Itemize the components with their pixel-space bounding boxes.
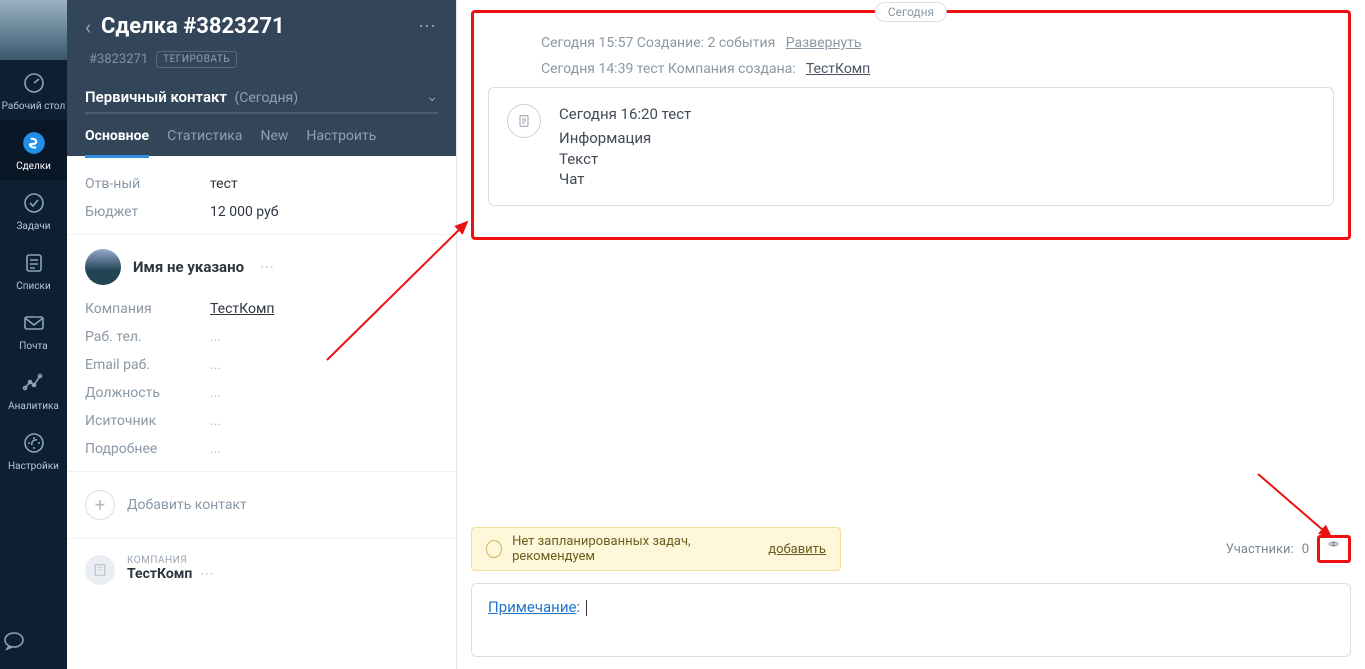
nav-label: Почта (19, 341, 47, 352)
deal-header: ‹ Сделка #3823271 ⋯ #3823271 ТЕГИРОВАТЬ … (67, 0, 456, 156)
note-editor[interactable]: Примечание: (471, 583, 1351, 657)
add-contact-button[interactable]: + Добавить контакт (67, 472, 456, 539)
deal-tabs: Основное Статистика New Настроить (85, 128, 438, 156)
tag-button[interactable]: ТЕГИРОВАТЬ (156, 51, 237, 68)
deal-panel: ‹ Сделка #3823271 ⋯ #3823271 ТЕГИРОВАТЬ … (67, 0, 457, 669)
nav-label: Списки (16, 281, 50, 292)
field-source: Иситочник ... (85, 407, 438, 435)
company-badge-label: КОМПАНИЯ (127, 555, 216, 566)
nav-label: Сделки (16, 161, 51, 172)
settings-icon (20, 429, 48, 457)
field-company: Компания ТестКомп (85, 295, 438, 323)
nav-analytics[interactable]: Аналитика (0, 360, 67, 420)
feed-note-card[interactable]: Сегодня 16:20 тест Информация Текст Чат (488, 87, 1334, 206)
nav-label: Рабочий стол (2, 101, 66, 112)
stage-sub: (Сегодня) (234, 90, 298, 106)
feed-event-create: Сегодня 15:57 Создание: 2 события Развер… (541, 35, 1336, 51)
field-position: Должность ... (85, 379, 438, 407)
lists-icon (20, 249, 48, 277)
nav-lists[interactable]: Списки (0, 240, 67, 300)
text-caret (586, 600, 587, 616)
back-chevron-icon[interactable]: ‹ (85, 15, 91, 39)
day-pill: Сегодня (875, 2, 947, 22)
workspace-hero-image (0, 0, 67, 60)
company-link[interactable]: ТестКомп (806, 61, 870, 77)
contact-name[interactable]: Имя не указано (133, 258, 244, 276)
tab-new[interactable]: New (260, 128, 288, 156)
chat-icon (0, 627, 28, 655)
nav-dashboard[interactable]: Рабочий стол (0, 60, 67, 120)
field-phone: Раб. тел. ... (85, 323, 438, 351)
stage-selector[interactable]: Первичный контакт (Сегодня) ⌄ (85, 88, 438, 114)
chevron-down-icon: ⌄ (426, 89, 438, 105)
nav-settings[interactable]: Настройки (0, 420, 67, 480)
feed-event-company: Сегодня 14:39 тест Компания создана: Тес… (541, 61, 1336, 77)
nav-rail: Рабочий стол Сделки Задачи Списки Почта … (0, 0, 67, 669)
contact-more-icon[interactable]: ⋯ (260, 259, 276, 275)
participants: Участники: 0 (1226, 535, 1351, 563)
deals-icon (20, 129, 48, 157)
tab-main[interactable]: Основное (85, 128, 149, 156)
company-name[interactable]: ТестКомп (127, 566, 192, 582)
eye-icon[interactable] (1317, 535, 1351, 563)
field-budget: Бюджет 12 000 руб (85, 198, 438, 226)
field-email: Email раб. ... (85, 351, 438, 379)
field-responsible: Отв-ный тест (85, 170, 438, 198)
company-icon (85, 555, 115, 585)
note-body: Сегодня 16:20 тест Информация Текст Чат (559, 104, 691, 189)
dashboard-icon (20, 69, 48, 97)
contact-block: Имя не указано ⋯ Компания ТестКомп Раб. … (67, 235, 456, 472)
deal-title: Сделка #3823271 (101, 14, 408, 39)
add-task-link[interactable]: добавить (768, 542, 826, 557)
deal-fields: Отв-ный тест Бюджет 12 000 руб (67, 156, 456, 235)
tab-configure[interactable]: Настроить (306, 128, 376, 156)
nav-label: Задачи (16, 221, 50, 232)
note-editor-label[interactable]: Примечание (488, 598, 576, 616)
mail-icon (20, 309, 48, 337)
activity-feed: Сегодня Сегодня 15:57 Создание: 2 событи… (457, 0, 1365, 669)
tasks-icon (20, 189, 48, 217)
company-block: КОМПАНИЯ ТестКомп ⋯ (67, 539, 456, 587)
tab-stats[interactable]: Статистика (167, 128, 242, 156)
nav-tasks[interactable]: Задачи (0, 180, 67, 240)
deal-id: #3823271 (89, 52, 148, 67)
annotation-highlight-feed: Сегодня Сегодня 15:57 Создание: 2 событи… (471, 10, 1351, 240)
nav-label: Аналитика (8, 401, 59, 412)
avatar (85, 249, 121, 285)
company-more-icon[interactable]: ⋯ (200, 566, 216, 582)
nav-mail[interactable]: Почта (0, 300, 67, 360)
nav-label: Настройки (8, 461, 59, 472)
note-icon (507, 104, 541, 138)
nav-chat[interactable] (0, 613, 67, 669)
analytics-icon (20, 369, 48, 397)
expand-link[interactable]: Развернуть (786, 35, 862, 51)
clock-icon (486, 540, 502, 558)
deal-more-icon[interactable]: ⋯ (418, 16, 438, 37)
nav-deals[interactable]: Сделки (0, 120, 67, 180)
plus-icon: + (85, 490, 115, 520)
field-more: Подробнее ... (85, 435, 438, 463)
no-tasks-banner: Нет запланированных задач, рекомендуем д… (471, 527, 841, 571)
stage-label: Первичный контакт (85, 88, 227, 106)
